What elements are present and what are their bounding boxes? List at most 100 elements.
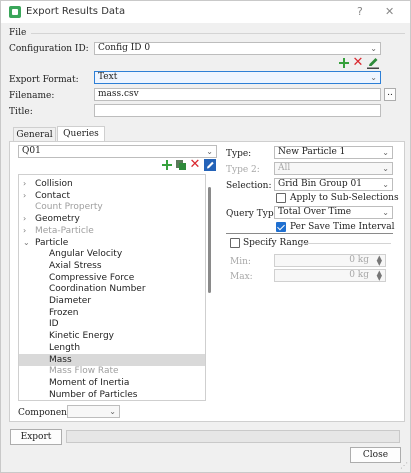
chevron-right-icon[interactable]: › bbox=[23, 213, 26, 225]
tree-item[interactable]: Compressive Force bbox=[19, 272, 205, 284]
tree-item[interactable]: Coordination Number bbox=[19, 283, 205, 295]
tree-item-label: Contact bbox=[35, 190, 71, 201]
file-group-title: File bbox=[9, 28, 27, 38]
copy-query-icon[interactable] bbox=[175, 159, 187, 171]
tree-item-label: Length bbox=[49, 342, 81, 353]
tree-item-label: Number of Particles bbox=[49, 389, 138, 400]
max-value: 0 kg bbox=[349, 270, 369, 280]
tree-item-label: Collision bbox=[35, 179, 73, 189]
export-button[interactable]: Export bbox=[10, 429, 62, 445]
type2-select[interactable]: All ⌄ bbox=[274, 162, 393, 175]
spin-down-icon[interactable]: ▼ bbox=[377, 260, 382, 267]
configuration-id-value: Config ID 0 bbox=[98, 43, 151, 53]
type-select[interactable]: New Particle 1 ⌄ bbox=[274, 146, 393, 159]
specify-range-line bbox=[301, 243, 391, 244]
tree-item-label: Count Property bbox=[35, 202, 103, 213]
export-format-select[interactable]: Text ⌄ bbox=[94, 71, 381, 84]
tree-item[interactable]: Length bbox=[19, 342, 205, 354]
browse-button[interactable]: .. bbox=[384, 88, 396, 101]
tree-item-label: Frozen bbox=[49, 307, 79, 318]
add-query-icon[interactable] bbox=[161, 159, 173, 171]
tree-item[interactable]: Number of Particles bbox=[19, 389, 205, 400]
title-bar: Export Results Data ? ✕ bbox=[1, 1, 410, 23]
tree-item[interactable]: › Collision bbox=[19, 178, 205, 190]
chevron-down-icon: ⌄ bbox=[206, 147, 213, 156]
chevron-down-icon[interactable]: ⌄ bbox=[23, 237, 30, 249]
tree-item[interactable]: ID bbox=[19, 318, 205, 330]
type2-label: Type 2: bbox=[226, 165, 260, 175]
tree-item[interactable]: Diameter bbox=[19, 295, 205, 307]
max-label: Max: bbox=[230, 272, 253, 282]
tree-item[interactable]: ⌄ Particle bbox=[19, 237, 205, 249]
tree-item-label: Particle bbox=[35, 237, 69, 248]
tab-queries[interactable]: Queries bbox=[57, 126, 105, 142]
tree-item[interactable]: Angular Velocity bbox=[19, 248, 205, 260]
tree-item-label: ID bbox=[49, 319, 59, 330]
per-save-checkbox[interactable] bbox=[276, 222, 286, 232]
tree-item-label: Mass bbox=[49, 354, 72, 365]
configuration-id-label: Configuration ID: bbox=[9, 44, 89, 54]
selection-label: Selection: bbox=[226, 181, 272, 191]
delete-config-icon[interactable]: ✕ bbox=[352, 56, 364, 69]
tree-item[interactable]: Count Property bbox=[19, 201, 205, 213]
tab-general[interactable]: General bbox=[13, 127, 56, 142]
property-tree[interactable]: › Collision › Contact Count Property › Geometr… bbox=[18, 174, 206, 401]
configuration-id-select[interactable]: Config ID 0 ⌄ bbox=[94, 42, 381, 55]
selection-value: Grid Bin Group 01 bbox=[278, 179, 362, 189]
tree-item[interactable]: Kinetic Energy bbox=[19, 330, 205, 342]
tree-scrollbar[interactable] bbox=[208, 187, 211, 293]
selection-select[interactable]: Grid Bin Group 01 ⌄ bbox=[274, 178, 393, 191]
close-window-button[interactable]: ✕ bbox=[385, 5, 394, 18]
tree-item-label: Compressive Force bbox=[49, 272, 135, 283]
per-save-label: Per Save Time Interval bbox=[290, 222, 395, 232]
filename-label: Filename: bbox=[9, 91, 55, 101]
tree-item-label: Kinetic Energy bbox=[49, 331, 114, 342]
tree-item[interactable]: › Meta-Particle bbox=[19, 225, 205, 237]
window-title: Export Results Data bbox=[26, 6, 126, 17]
export-progress-bar bbox=[66, 430, 400, 443]
tree-item[interactable]: › Geometry bbox=[19, 213, 205, 225]
app-icon bbox=[9, 6, 21, 18]
export-format-label: Export Format: bbox=[9, 75, 79, 85]
tree-item[interactable]: Axial Stress bbox=[19, 260, 205, 272]
edit-query-icon[interactable] bbox=[204, 159, 216, 171]
chevron-down-icon: ⌄ bbox=[382, 164, 389, 173]
tree-item[interactable]: Frozen bbox=[19, 307, 205, 319]
edit-config-icon[interactable] bbox=[367, 57, 379, 69]
tree-item-label: Geometry bbox=[35, 214, 80, 225]
help-button[interactable]: ? bbox=[357, 5, 363, 18]
spin-down-icon[interactable]: ▼ bbox=[377, 275, 382, 282]
tree-item[interactable]: › Contact bbox=[19, 190, 205, 202]
tree-item-label: Moment of Inertia bbox=[49, 377, 130, 388]
chevron-right-icon[interactable]: › bbox=[23, 190, 26, 202]
query-select[interactable]: Q01 ⌄ bbox=[18, 145, 217, 158]
filename-input[interactable]: mass.csv bbox=[94, 88, 381, 101]
component-select[interactable]: ⌄ bbox=[67, 405, 120, 418]
tree-item[interactable]: Mass Flow Rate bbox=[19, 365, 205, 377]
close-button[interactable]: Close bbox=[350, 447, 401, 463]
chevron-down-icon: ⌄ bbox=[370, 44, 377, 53]
type-value: New Particle 1 bbox=[278, 147, 346, 157]
title-input[interactable] bbox=[94, 104, 381, 117]
min-value: 0 kg bbox=[349, 255, 369, 265]
apply-subselections-label: Apply to Sub-Selections bbox=[290, 193, 399, 203]
specify-range-checkbox[interactable] bbox=[230, 238, 240, 248]
resize-grip-icon[interactable]: ⋰ bbox=[400, 462, 408, 470]
min-spinbox[interactable]: 0 kg ▲ ▼ bbox=[274, 254, 386, 267]
tree-item-label: Mass Flow Rate bbox=[49, 366, 119, 377]
tree-item[interactable]: Mass bbox=[19, 353, 205, 366]
max-spinbox[interactable]: 0 kg ▲ ▼ bbox=[274, 269, 386, 282]
add-config-icon[interactable] bbox=[338, 57, 350, 69]
tree-item-label: Axial Stress bbox=[49, 260, 102, 271]
chevron-down-icon: ⌄ bbox=[382, 148, 389, 157]
tree-item[interactable]: Moment of Inertia bbox=[19, 377, 205, 389]
file-group-divider bbox=[31, 33, 405, 34]
chevron-right-icon[interactable]: › bbox=[23, 178, 26, 190]
query-type-select[interactable]: Total Over Time ⌄ bbox=[274, 206, 393, 219]
chevron-right-icon[interactable]: › bbox=[23, 225, 26, 237]
tree-item-label: Angular Velocity bbox=[49, 249, 123, 260]
delete-query-icon[interactable]: ✕ bbox=[189, 158, 201, 171]
chevron-down-icon: ⌄ bbox=[370, 73, 377, 82]
apply-subselections-checkbox[interactable] bbox=[276, 193, 286, 203]
chevron-down-icon: ⌄ bbox=[382, 180, 389, 189]
